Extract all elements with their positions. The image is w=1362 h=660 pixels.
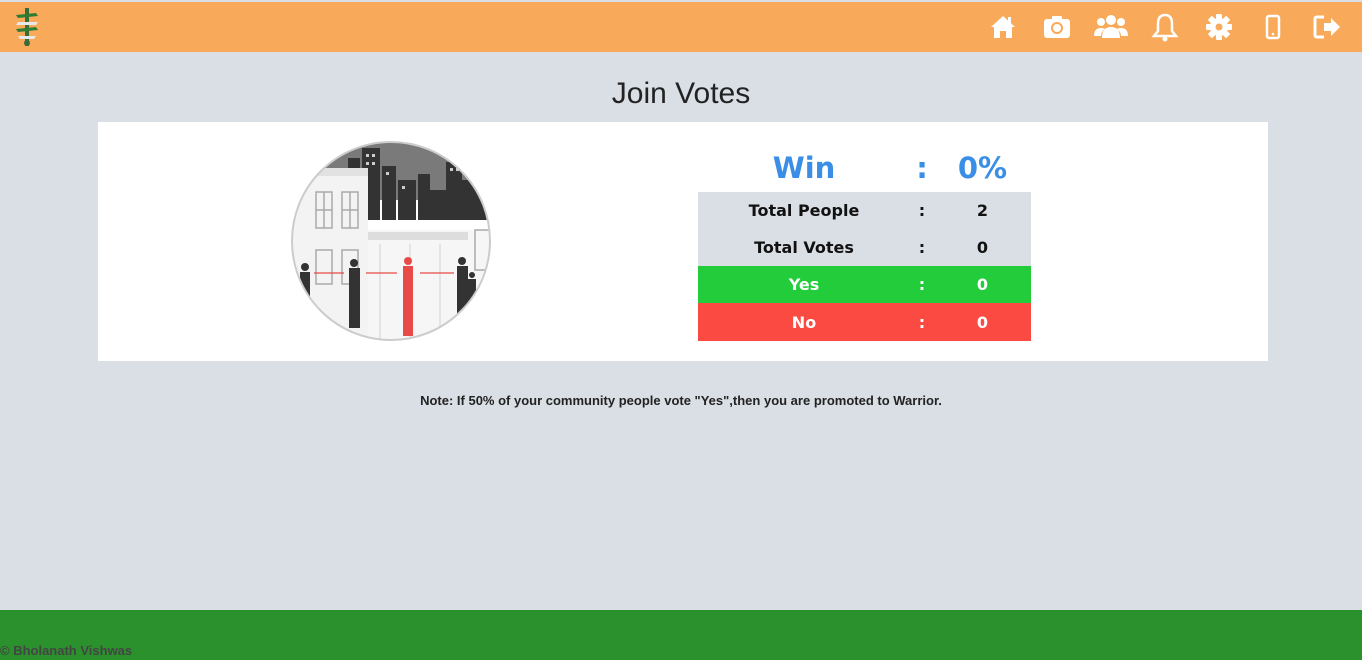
total-people-separator: : bbox=[910, 192, 934, 229]
sign-out-icon[interactable] bbox=[1300, 2, 1354, 52]
copyright-text: © Bholanath Vishwas bbox=[0, 643, 133, 658]
nav-icons bbox=[976, 2, 1354, 52]
win-row: Win : 0% bbox=[698, 144, 1031, 192]
no-separator: : bbox=[910, 303, 934, 341]
total-votes-label: Total Votes bbox=[698, 229, 910, 266]
total-people-row: Total People : 2 bbox=[698, 192, 1031, 229]
pole-signal-icon[interactable] bbox=[12, 7, 42, 47]
bell-icon[interactable] bbox=[1138, 2, 1192, 52]
yes-value: 0 bbox=[934, 266, 1031, 303]
footer: © Bholanath Vishwas bbox=[0, 610, 1362, 660]
total-votes-separator: : bbox=[910, 229, 934, 266]
mobile-icon[interactable] bbox=[1246, 2, 1300, 52]
win-label: Win bbox=[772, 151, 836, 185]
vote-stats-table: Win : 0% Total People : 2 Total Votes : … bbox=[698, 144, 1031, 341]
no-label: No bbox=[698, 303, 910, 341]
gear-icon[interactable] bbox=[1192, 2, 1246, 52]
win-value: 0% bbox=[957, 151, 1008, 185]
yes-row: Yes : 0 bbox=[698, 266, 1031, 303]
yes-separator: : bbox=[910, 266, 934, 303]
no-row: No : 0 bbox=[698, 303, 1031, 341]
home-icon[interactable] bbox=[976, 2, 1030, 52]
total-votes-row: Total Votes : 0 bbox=[698, 229, 1031, 266]
promotion-note: Note: If 50% of your community people vo… bbox=[420, 393, 942, 408]
total-people-value: 2 bbox=[934, 192, 1031, 229]
votes-panel: Win : 0% Total People : 2 Total Votes : … bbox=[98, 122, 1268, 361]
group-icon[interactable] bbox=[1084, 2, 1138, 52]
no-value: 0 bbox=[934, 303, 1031, 341]
total-votes-value: 0 bbox=[934, 229, 1031, 266]
social-distance-illustration bbox=[290, 140, 492, 342]
camera-icon[interactable] bbox=[1030, 2, 1084, 52]
total-people-label: Total People bbox=[698, 192, 910, 229]
page-title: Join Votes bbox=[611, 77, 751, 110]
yes-label: Yes bbox=[698, 266, 910, 303]
top-navbar bbox=[0, 2, 1362, 52]
win-separator: : bbox=[916, 151, 928, 185]
